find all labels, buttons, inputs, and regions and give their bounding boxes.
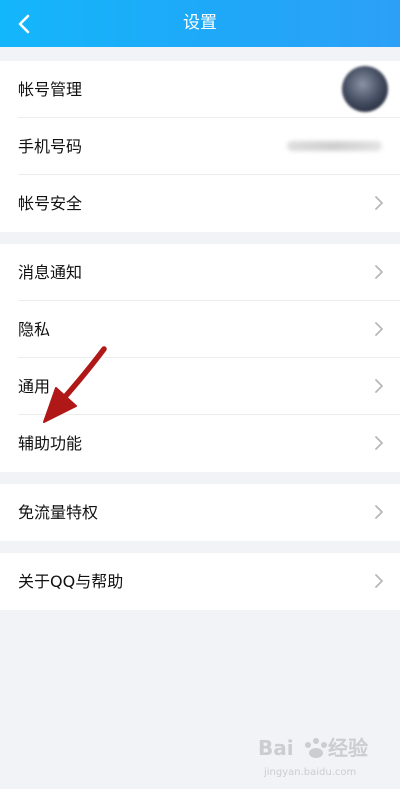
svg-text:Bai: Bai: [258, 736, 294, 760]
settings-item-label: 帐号管理: [18, 80, 83, 99]
chevron-right-icon: [375, 265, 383, 279]
settings-item-label: 帐号安全: [18, 194, 83, 213]
settings-item-accessibility[interactable]: 辅助功能: [0, 415, 400, 472]
settings-item-label: 关于QQ与帮助: [18, 572, 124, 591]
settings-item-account-management[interactable]: 帐号管理: [0, 61, 400, 118]
svg-text:jingyan.baidu.com: jingyan.baidu.com: [263, 767, 356, 778]
chevron-right-icon: [375, 505, 383, 519]
settings-item-free-data[interactable]: 免流量特权: [0, 484, 400, 541]
avatar[interactable]: [342, 66, 388, 112]
baidu-logo-icon: Bai 经验 jingyan.baidu.com: [258, 736, 368, 778]
data-privilege-group: 免流量特权: [0, 484, 400, 541]
settings-item-account-security[interactable]: 帐号安全: [0, 175, 400, 232]
general-group: 消息通知 隐私 通用 辅助功能: [0, 244, 400, 472]
chevron-right-icon: [375, 436, 383, 450]
settings-item-label: 通用: [18, 377, 51, 396]
chevron-right-icon: [375, 322, 383, 336]
chevron-right-icon: [375, 379, 383, 393]
settings-item-privacy[interactable]: 隐私: [0, 301, 400, 358]
settings-item-label: 免流量特权: [18, 503, 99, 522]
settings-item-label: 辅助功能: [18, 434, 83, 453]
svg-text:经验: 经验: [328, 736, 368, 760]
settings-item-notifications[interactable]: 消息通知: [0, 244, 400, 301]
settings-item-phone-number[interactable]: 手机号码: [0, 118, 400, 175]
about-group: 关于QQ与帮助: [0, 553, 400, 610]
page-title: 设置: [183, 13, 217, 33]
baidu-watermark: Bai 经验 jingyan.baidu.com: [258, 733, 378, 781]
settings-item-label: 隐私: [18, 320, 51, 339]
settings-item-general[interactable]: 通用: [0, 358, 400, 415]
settings-item-about-help[interactable]: 关于QQ与帮助: [0, 553, 400, 610]
title-bar: 设置: [0, 0, 400, 47]
settings-item-label: 手机号码: [18, 137, 83, 156]
chevron-right-icon: [375, 196, 383, 210]
settings-item-label: 消息通知: [18, 263, 83, 282]
chevron-right-icon: [375, 574, 383, 588]
account-group: 帐号管理 手机号码 帐号安全: [0, 61, 400, 232]
phone-number-value: [287, 141, 382, 151]
